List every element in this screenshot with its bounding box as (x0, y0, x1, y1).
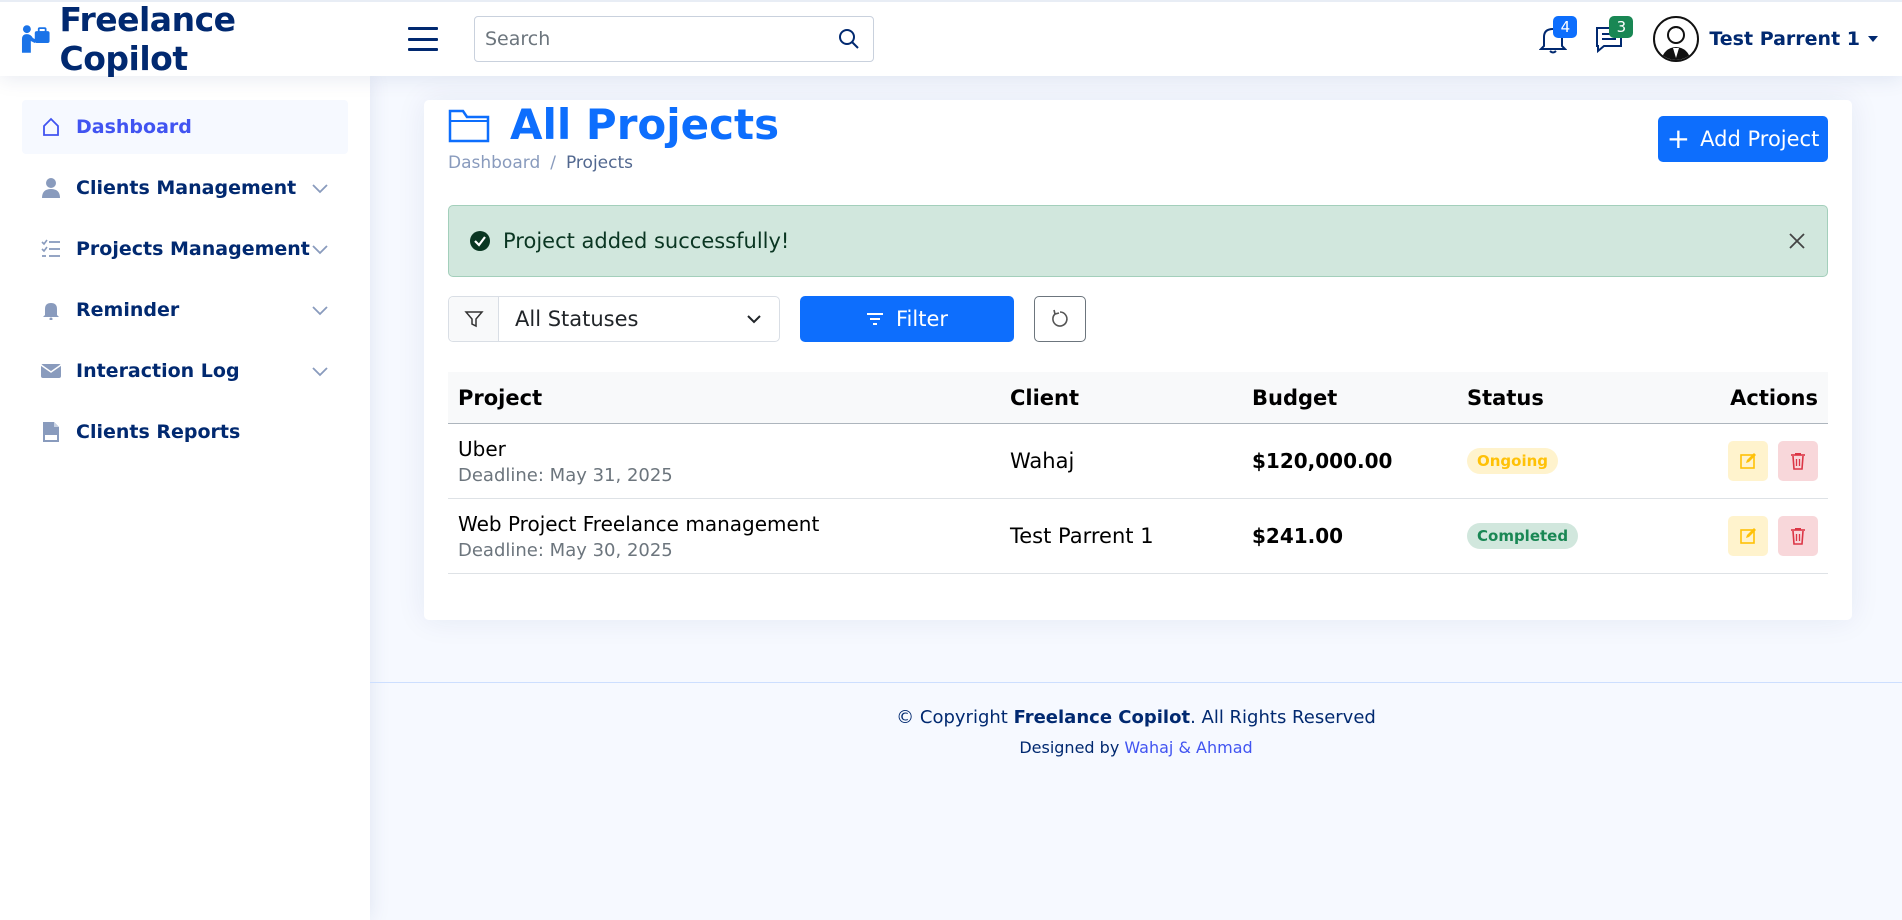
projects-card: All Projects Dashboard / Projects + Add … (424, 100, 1852, 620)
status-badge: Completed (1467, 523, 1579, 549)
reset-button[interactable] (1034, 296, 1086, 342)
edit-icon (1740, 453, 1756, 469)
sidebar-item-reminder[interactable]: Reminder (22, 283, 348, 337)
project-name: Uber (458, 436, 506, 461)
profile-menu[interactable]: Test Parrent 1 (1653, 16, 1878, 62)
breadcrumb: Dashboard / Projects (448, 153, 633, 173)
briefcase-person-icon (21, 25, 50, 53)
add-project-button[interactable]: + Add Project (1658, 116, 1828, 162)
search-input[interactable] (485, 28, 835, 50)
project-deadline: Deadline: May 31, 2025 (458, 464, 673, 486)
table-header: Project Client Budget Status Actions (448, 372, 1828, 424)
sidebar-item-projects-management[interactable]: Projects Management (22, 222, 348, 276)
pdf-icon (40, 421, 62, 443)
sidebar-item-clients-management[interactable]: Clients Management (22, 161, 348, 215)
funnel-icon (449, 297, 499, 341)
sidebar: Dashboard Clients Management Projects Ma… (0, 76, 370, 920)
breadcrumb-dashboard[interactable]: Dashboard (448, 153, 540, 173)
folder-icon (448, 109, 490, 142)
filter-lines-icon (866, 313, 883, 325)
edit-button[interactable] (1728, 441, 1768, 481)
home-icon (40, 116, 62, 138)
chevron-down-icon (312, 245, 328, 255)
sidebar-item-clients-reports[interactable]: Clients Reports (22, 405, 348, 459)
caret-down-icon (1868, 36, 1878, 42)
bell-icon (40, 299, 62, 321)
edit-icon (1740, 528, 1756, 544)
person-icon (40, 177, 62, 199)
delete-button[interactable] (1778, 441, 1818, 481)
list-icon (40, 238, 62, 260)
check-circle-icon (470, 231, 490, 251)
filter-button[interactable]: Filter (800, 296, 1014, 342)
chevron-down-icon (312, 306, 328, 316)
avatar (1653, 16, 1700, 62)
table-row: Uber Deadline: May 31, 2025 Wahaj $120,0… (448, 424, 1828, 499)
status-filter-group: All Statuses (448, 296, 780, 342)
sidebar-item-dashboard[interactable]: Dashboard (22, 100, 348, 154)
edit-button[interactable] (1728, 516, 1768, 556)
alert-message: Project added successfully! (503, 229, 790, 253)
envelope-icon (40, 360, 62, 382)
close-icon[interactable] (1787, 231, 1807, 251)
notifications-badge: 4 (1553, 16, 1578, 38)
status-badge: Ongoing (1467, 448, 1559, 474)
projects-table: Project Client Budget Status Actions Ube… (448, 372, 1828, 574)
trash-icon (1791, 453, 1805, 470)
budget: $120,000.00 (1252, 449, 1393, 473)
sidebar-toggle-button[interactable] (408, 27, 438, 51)
client-name: Wahaj (1010, 449, 1075, 473)
delete-button[interactable] (1778, 516, 1818, 556)
table-row: Web Project Freelance management Deadlin… (448, 499, 1828, 574)
brand-name: Freelance Copilot (59, 0, 237, 78)
plus-icon: + (1666, 122, 1691, 155)
chevron-down-icon (312, 184, 328, 194)
brand-logo[interactable]: Freelance Copilot (20, 0, 370, 78)
budget: $241.00 (1252, 524, 1344, 548)
project-name: Web Project Freelance management (458, 511, 820, 536)
search-bar (474, 16, 874, 62)
search-icon[interactable] (835, 25, 863, 53)
page-title: All Projects (510, 100, 780, 149)
authors-link[interactable]: Wahaj & Ahmad (1124, 738, 1252, 757)
chevron-down-icon (312, 367, 328, 377)
status-select[interactable]: All Statuses (499, 297, 779, 341)
notifications-button[interactable]: 4 (1533, 16, 1578, 59)
credits: Designed by Wahaj & Ahmad (1019, 738, 1253, 757)
messages-button[interactable]: 3 (1589, 16, 1634, 59)
chevron-down-icon (747, 315, 761, 324)
footer: © Copyright Freelance Copilot. All Right… (370, 682, 1902, 757)
trash-icon (1791, 528, 1805, 545)
sidebar-item-interaction-log[interactable]: Interaction Log (22, 344, 348, 398)
top-header: Freelance Copilot 4 3 Test Parrent 1 (0, 0, 1902, 78)
messages-badge: 3 (1609, 16, 1634, 38)
copyright: © Copyright Freelance Copilot. All Right… (896, 707, 1376, 728)
refresh-icon (1052, 309, 1068, 327)
project-deadline: Deadline: May 30, 2025 (458, 539, 673, 561)
client-name: Test Parrent 1 (1010, 524, 1154, 548)
profile-name: Test Parrent 1 (1709, 28, 1860, 50)
breadcrumb-projects: Projects (565, 153, 633, 173)
success-alert: Project added successfully! (448, 205, 1828, 277)
